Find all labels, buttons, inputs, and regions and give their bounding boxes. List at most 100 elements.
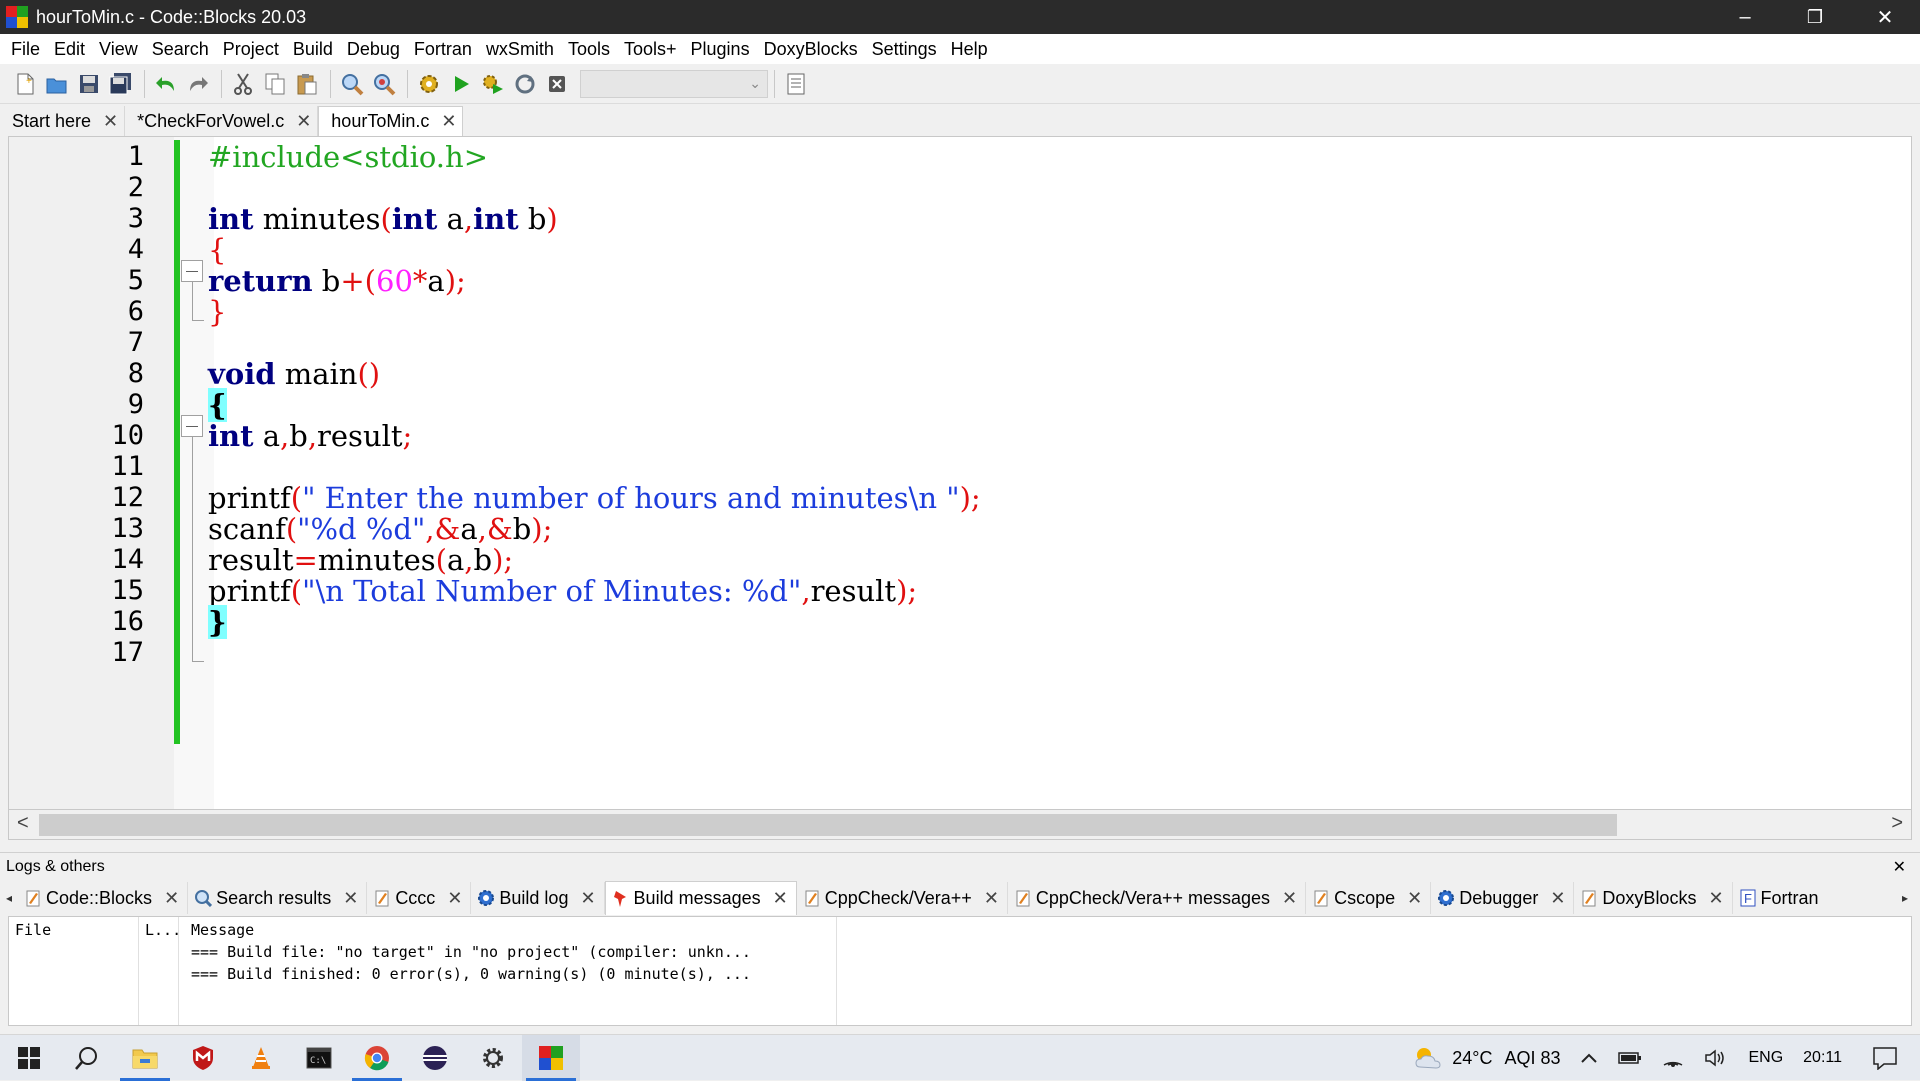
column-header-file[interactable]: File bbox=[15, 921, 51, 939]
search-icon[interactable] bbox=[58, 1035, 116, 1081]
rebuild-icon[interactable] bbox=[510, 69, 540, 99]
chrome-icon[interactable] bbox=[348, 1035, 406, 1081]
tray-overflow-icon[interactable] bbox=[1580, 1052, 1598, 1064]
menu-doxyblocks[interactable]: DoxyBlocks bbox=[757, 39, 865, 60]
close-icon[interactable]: ✕ bbox=[1282, 888, 1297, 909]
terminal-icon[interactable]: C:\ bbox=[290, 1035, 348, 1081]
paste-icon[interactable] bbox=[292, 69, 322, 99]
target-selector[interactable]: ⌄ bbox=[580, 69, 768, 98]
codeblocks-icon[interactable] bbox=[522, 1034, 580, 1081]
tabs-scroll-left-icon[interactable]: ◂ bbox=[0, 882, 18, 914]
minimize-button[interactable]: – bbox=[1710, 0, 1780, 34]
menu-edit[interactable]: Edit bbox=[47, 39, 92, 60]
replace-icon[interactable] bbox=[369, 69, 399, 99]
menu-debug[interactable]: Debug bbox=[340, 39, 407, 60]
close-icon[interactable]: ✕ bbox=[984, 888, 999, 909]
windows-start-icon[interactable] bbox=[0, 1035, 58, 1081]
log-icon[interactable] bbox=[781, 69, 811, 99]
eclipse-icon[interactable] bbox=[406, 1035, 464, 1081]
tab-check-for-vowel[interactable]: *CheckForVowel.c ✕ bbox=[125, 106, 319, 136]
tab-cppcheck-vera-messages[interactable]: CppCheck/Vera++ messages ✕ bbox=[1008, 882, 1307, 914]
maximize-button[interactable]: ❐ bbox=[1780, 0, 1850, 34]
tab-cccc[interactable]: Cccc ✕ bbox=[367, 882, 472, 914]
close-icon[interactable]: ✕ bbox=[1550, 888, 1565, 909]
close-icon[interactable]: ✕ bbox=[773, 888, 788, 909]
tab-search-results[interactable]: Search results ✕ bbox=[188, 882, 368, 914]
menu-help[interactable]: Help bbox=[944, 39, 995, 60]
input-language[interactable]: ENG bbox=[1748, 1049, 1783, 1067]
wifi-icon[interactable] bbox=[1662, 1049, 1684, 1067]
vlc-icon[interactable] bbox=[232, 1035, 290, 1081]
menu-tools-plus[interactable]: Tools+ bbox=[617, 39, 684, 60]
new-file-icon[interactable]: + bbox=[10, 69, 40, 99]
close-icon[interactable]: ✕ bbox=[447, 888, 462, 909]
scroll-left-icon[interactable]: < bbox=[17, 812, 29, 835]
undo-icon[interactable] bbox=[151, 69, 181, 99]
close-icon[interactable]: ✕ bbox=[1708, 888, 1723, 909]
save-icon[interactable] bbox=[74, 69, 104, 99]
volume-icon[interactable] bbox=[1704, 1048, 1728, 1068]
column-header-message[interactable]: Message bbox=[191, 921, 254, 939]
run-icon[interactable] bbox=[446, 69, 476, 99]
fold-toggle-icon[interactable] bbox=[181, 260, 203, 282]
code-editor[interactable]: 1 2 3 4 5 6 7 8 9 10 11 12 13 14 15 16 1… bbox=[8, 136, 1912, 810]
clock[interactable]: 20:11 bbox=[1803, 1049, 1842, 1067]
tab-codeblocks-log[interactable]: Code::Blocks ✕ bbox=[18, 882, 189, 914]
menu-plugins[interactable]: Plugins bbox=[684, 39, 757, 60]
mcafee-icon[interactable] bbox=[174, 1035, 232, 1081]
column-header-line[interactable]: L... bbox=[145, 921, 181, 939]
menu-file[interactable]: File bbox=[4, 39, 47, 60]
svg-text:+: + bbox=[26, 76, 32, 87]
build-and-run-icon[interactable] bbox=[478, 69, 508, 99]
horizontal-scrollbar[interactable]: < > bbox=[8, 810, 1912, 840]
copy-icon[interactable] bbox=[260, 69, 290, 99]
code-line-15: printf("\n Total Number of Minutes: %d",… bbox=[208, 574, 918, 608]
weather-widget[interactable]: 24°C AQI 83 bbox=[1412, 1045, 1560, 1071]
close-icon[interactable]: ✕ bbox=[580, 888, 595, 909]
menu-wxsmith[interactable]: wxSmith bbox=[479, 39, 561, 60]
menu-view[interactable]: View bbox=[92, 39, 145, 60]
menu-settings[interactable]: Settings bbox=[865, 39, 944, 60]
menu-search[interactable]: Search bbox=[145, 39, 216, 60]
close-icon[interactable]: ✕ bbox=[1893, 857, 1906, 877]
menu-project[interactable]: Project bbox=[216, 39, 286, 60]
magnifier-icon bbox=[194, 888, 213, 908]
scroll-right-icon[interactable]: > bbox=[1891, 812, 1903, 835]
open-file-icon[interactable] bbox=[42, 69, 72, 99]
file-explorer-icon[interactable] bbox=[116, 1035, 174, 1081]
close-icon[interactable]: ✕ bbox=[296, 111, 311, 132]
menu-build[interactable]: Build bbox=[286, 39, 340, 60]
tab-debugger[interactable]: Debugger ✕ bbox=[1431, 882, 1575, 914]
cut-icon[interactable] bbox=[228, 69, 258, 99]
menu-tools[interactable]: Tools bbox=[561, 39, 617, 60]
close-icon[interactable]: ✕ bbox=[343, 888, 358, 909]
close-icon[interactable]: ✕ bbox=[441, 111, 456, 132]
tabs-scroll-right-icon[interactable]: ▸ bbox=[1896, 882, 1914, 914]
close-icon[interactable]: ✕ bbox=[103, 111, 118, 132]
close-button[interactable]: ✕ bbox=[1850, 0, 1920, 34]
table-row[interactable]: === Build file: "no target" in "no proje… bbox=[191, 943, 751, 961]
close-icon[interactable]: ✕ bbox=[1407, 888, 1422, 909]
redo-icon[interactable] bbox=[183, 69, 213, 99]
tab-doxyblocks[interactable]: DoxyBlocks ✕ bbox=[1574, 882, 1733, 914]
tab-cscope[interactable]: Cscope ✕ bbox=[1306, 882, 1432, 914]
tab-build-log[interactable]: Build log ✕ bbox=[471, 882, 605, 914]
table-row[interactable]: === Build finished: 0 error(s), 0 warnin… bbox=[191, 965, 751, 983]
tab-start-here[interactable]: Start here ✕ bbox=[0, 106, 126, 136]
menu-fortran[interactable]: Fortran bbox=[407, 39, 479, 60]
settings-gear-icon[interactable] bbox=[464, 1035, 522, 1081]
battery-icon[interactable] bbox=[1618, 1051, 1642, 1065]
fold-toggle-icon[interactable] bbox=[181, 415, 203, 437]
find-icon[interactable] bbox=[337, 69, 367, 99]
tab-fortran[interactable]: F Fortran bbox=[1733, 882, 1827, 914]
notifications-icon[interactable] bbox=[1872, 1046, 1898, 1070]
save-all-icon[interactable] bbox=[106, 69, 136, 99]
build-icon[interactable] bbox=[414, 69, 444, 99]
scrollbar-thumb[interactable] bbox=[39, 814, 1617, 836]
tab-build-messages[interactable]: Build messages ✕ bbox=[604, 881, 797, 915]
tab-cppcheck-vera[interactable]: CppCheck/Vera++ ✕ bbox=[797, 882, 1008, 914]
tab-hour-to-min[interactable]: hourToMin.c ✕ bbox=[318, 106, 464, 136]
close-icon[interactable]: ✕ bbox=[164, 888, 179, 909]
build-messages-table[interactable]: File L... Message === Build file: "no ta… bbox=[8, 916, 1912, 1026]
abort-icon[interactable] bbox=[542, 69, 572, 99]
